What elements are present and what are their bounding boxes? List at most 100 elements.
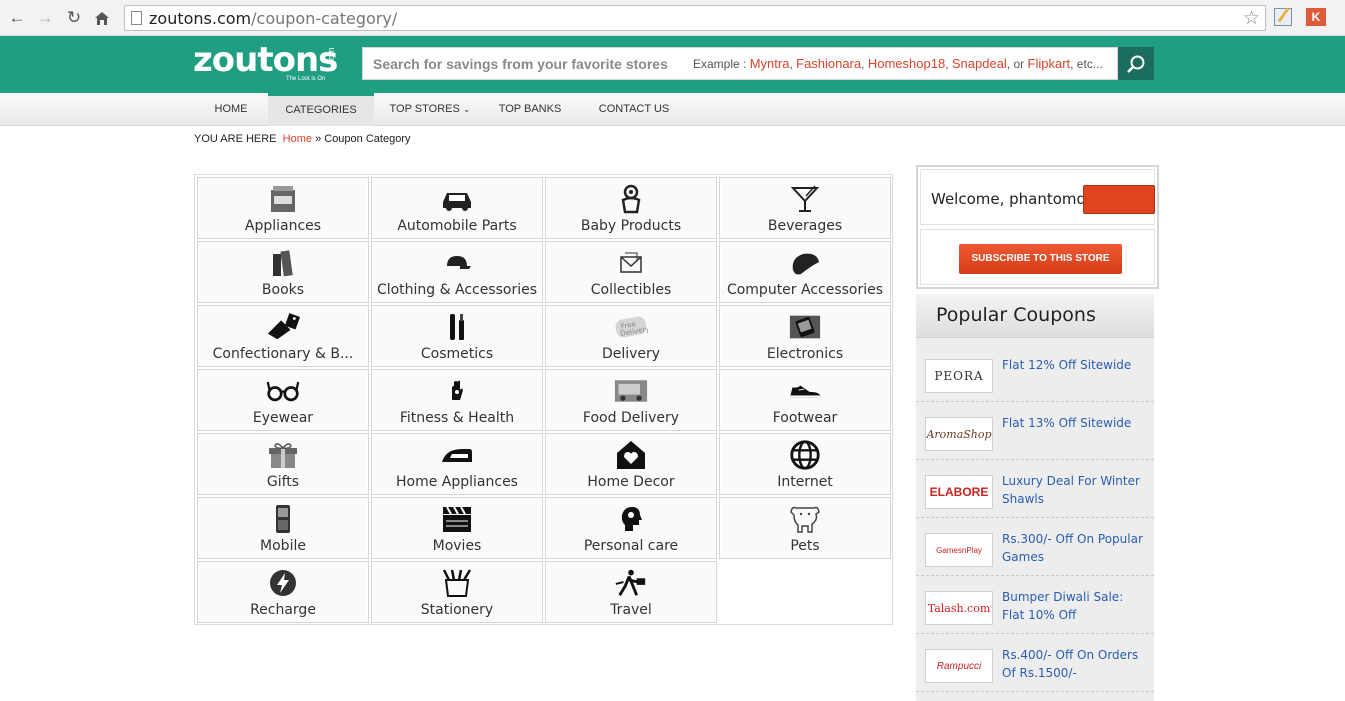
category-tile[interactable]: Pets xyxy=(719,497,891,559)
category-tile[interactable]: Mobile xyxy=(197,497,369,559)
category-tile[interactable]: Baby Products xyxy=(545,177,717,239)
coupon-link[interactable]: Luxury Deal For Winter Shawls xyxy=(1002,472,1147,508)
category-tile[interactable]: Cosmetics xyxy=(371,305,543,367)
menu-top-stores[interactable]: TOP STORES ⌄ xyxy=(384,93,476,126)
category-tile[interactable]: Computer Accessories xyxy=(719,241,891,303)
category-label: Appliances xyxy=(244,218,322,234)
category-tile[interactable]: Recharge xyxy=(197,561,369,623)
site-logo[interactable]: zoutons .com The Loot is On xyxy=(193,42,338,82)
category-label: Collectibles xyxy=(590,282,672,298)
category-tile[interactable]: Eyewear xyxy=(197,369,369,431)
category-label: Home Decor xyxy=(587,474,675,490)
coupon-item[interactable]: Talash.com Bumper Diwali Sale: Flat 10% … xyxy=(916,576,1154,634)
breadcrumb-home-link[interactable]: Home xyxy=(283,133,312,145)
category-tile[interactable]: Home Decor xyxy=(545,433,717,495)
category-tile[interactable]: Movies xyxy=(371,497,543,559)
glasses-icon xyxy=(266,376,300,406)
category-label: Clothing & Accessories xyxy=(376,282,538,298)
forward-icon[interactable]: → xyxy=(35,8,55,28)
menu-categories[interactable]: CATEGORIES xyxy=(268,93,374,126)
category-tile[interactable]: Internet xyxy=(719,433,891,495)
menu-contact-us[interactable]: CONTACT US xyxy=(584,93,684,126)
store-logo[interactable]: GamesnPlay xyxy=(925,533,993,567)
account-button[interactable] xyxy=(1083,185,1155,214)
coupon-link[interactable]: Flat 12% Off Sitewide xyxy=(1002,356,1147,374)
store-logo[interactable]: PEORA xyxy=(925,359,993,393)
category-label: Books xyxy=(261,282,305,298)
category-tile[interactable]: Stationery xyxy=(371,561,543,623)
extension-k-icon[interactable]: K xyxy=(1306,8,1326,26)
category-label: Computer Accessories xyxy=(726,282,884,298)
category-tile[interactable]: Confectionary & B... xyxy=(197,305,369,367)
search-button[interactable] xyxy=(1118,47,1154,80)
category-tile[interactable]: Books xyxy=(197,241,369,303)
category-tile[interactable]: Appliances xyxy=(197,177,369,239)
store-logo[interactable]: Talash.com xyxy=(925,591,993,625)
search-input[interactable]: Search for savings from your favorite st… xyxy=(362,47,1118,80)
menu-home[interactable]: HOME xyxy=(196,93,266,126)
category-tile[interactable]: Footwear xyxy=(719,369,891,431)
category-tile[interactable]: Collectibles xyxy=(545,241,717,303)
category-tile[interactable]: Clothing & Accessories xyxy=(371,241,543,303)
example-store-link[interactable]: Snapdeal xyxy=(952,56,1007,71)
site-header: zoutons .com The Loot is On Search for s… xyxy=(0,36,1345,93)
baby-icon xyxy=(614,184,648,214)
category-tile[interactable]: Personal care xyxy=(545,497,717,559)
edit-extension-icon[interactable] xyxy=(1274,8,1292,26)
example-store-link[interactable]: Myntra xyxy=(750,56,790,71)
cosmetics-icon xyxy=(440,312,474,342)
stationery-icon xyxy=(440,568,474,598)
category-label: Personal care xyxy=(583,538,679,554)
coupon-item[interactable]: PEORA Flat 12% Off Sitewide xyxy=(916,344,1154,402)
example-store-link[interactable]: Fashionara xyxy=(796,56,861,71)
mouse-icon xyxy=(788,248,822,278)
coupon-link[interactable]: Rs.300/- Off On Popular Games xyxy=(1002,530,1147,566)
reload-icon[interactable]: ↻ xyxy=(64,8,84,28)
coupon-item[interactable]: Rampucci Rs.400/- Off On Orders Of Rs.15… xyxy=(916,634,1154,692)
store-logo[interactable]: Rampucci xyxy=(925,649,993,683)
store-logo[interactable]: AromaShop xyxy=(925,417,993,451)
category-tile[interactable]: Home Appliances xyxy=(371,433,543,495)
house-heart-icon xyxy=(614,440,648,470)
address-bar[interactable]: zoutons.com/coupon-category/ ☆ xyxy=(124,5,1266,31)
books-icon xyxy=(266,248,300,278)
example-store-link[interactable]: Flipkart xyxy=(1028,56,1071,71)
back-icon[interactable]: ← xyxy=(7,8,27,28)
menu-top-banks[interactable]: TOP BANKS xyxy=(486,93,574,126)
coupon-item[interactable]: ELABORE Luxury Deal For Winter Shawls xyxy=(916,460,1154,518)
category-label: Eyewear xyxy=(252,410,314,426)
dog-icon xyxy=(788,504,822,534)
clapperboard-icon xyxy=(440,504,474,534)
category-tile[interactable]: Automobile Parts xyxy=(371,177,543,239)
example-store-link[interactable]: Homeshop18 xyxy=(868,56,945,71)
hand-icon xyxy=(440,376,474,406)
breadcrumb-current: Coupon Category xyxy=(324,133,411,145)
coupon-link[interactable]: Flat 13% Off Sitewide xyxy=(1002,414,1147,432)
coupon-item[interactable]: AromaShop Flat 13% Off Sitewide xyxy=(916,402,1154,460)
bookmark-star-icon[interactable]: ☆ xyxy=(1243,7,1260,30)
store-logo[interactable]: ELABORE xyxy=(925,475,993,509)
free-delivery-stamp-icon: Free Delivery xyxy=(614,312,648,342)
coupon-item[interactable]: GamesnPlay Rs.300/- Off On Popular Games xyxy=(916,518,1154,576)
category-tile[interactable]: Beverages xyxy=(719,177,891,239)
candy-icon xyxy=(266,312,300,342)
coupon-link[interactable]: Rs.400/- Off On Orders Of Rs.1500/- xyxy=(1002,646,1147,682)
appliance-icon xyxy=(266,184,300,214)
category-label: Baby Products xyxy=(580,218,682,234)
category-label: Pets xyxy=(790,538,820,554)
page-icon xyxy=(131,11,142,25)
category-label: Mobile xyxy=(260,538,306,554)
main-menu: HOME CATEGORIES TOP STORES ⌄ TOP BANKS C… xyxy=(0,93,1345,126)
gift-icon xyxy=(266,440,300,470)
category-label: Delivery xyxy=(601,346,661,362)
subscribe-button[interactable]: SUBSCRIBE TO THIS STORE xyxy=(959,244,1122,274)
home-icon[interactable] xyxy=(92,8,112,28)
category-label: Confectionary & B... xyxy=(212,346,354,362)
category-tile[interactable]: Free Delivery Delivery xyxy=(545,305,717,367)
category-tile[interactable]: Food Delivery xyxy=(545,369,717,431)
category-tile[interactable]: Fitness & Health xyxy=(371,369,543,431)
category-tile[interactable]: Gifts xyxy=(197,433,369,495)
coupon-link[interactable]: Bumper Diwali Sale: Flat 10% Off xyxy=(1002,588,1147,624)
category-tile[interactable]: Electronics xyxy=(719,305,891,367)
category-tile[interactable]: Travel xyxy=(545,561,717,623)
